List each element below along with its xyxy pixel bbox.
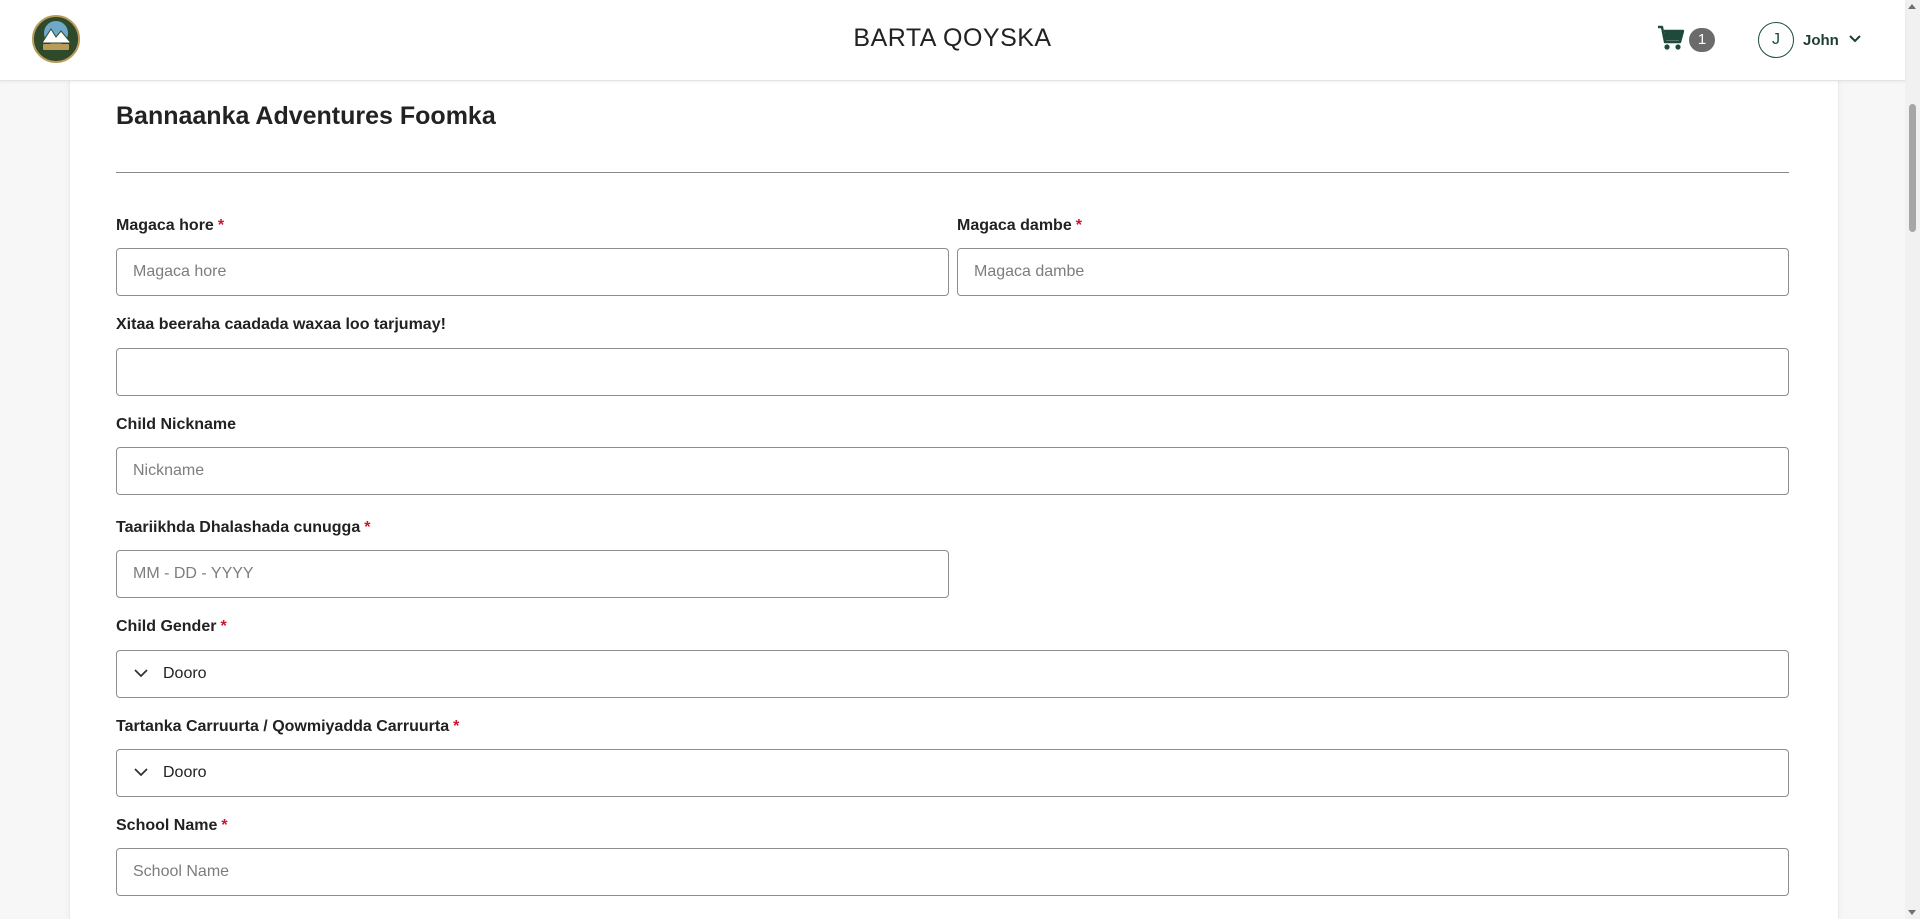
- first-name-label-text: Magaca hore: [116, 217, 214, 234]
- top-header: BARTA QOYSKA 1 J John: [0, 0, 1905, 81]
- required-mark: *: [1075, 217, 1082, 234]
- chevron-down-icon: [1848, 31, 1862, 49]
- birth-date-label: Taariikhda Dhalashada cunugga *: [116, 519, 370, 537]
- first-name-label: Magaca hore *: [116, 217, 224, 235]
- scroll-up-icon[interactable]: [1908, 4, 1916, 9]
- translate-note-input[interactable]: [116, 348, 1789, 396]
- cart-count-badge: 1: [1689, 28, 1715, 52]
- page-scrollbar[interactable]: [1905, 0, 1920, 919]
- site-title: BARTA QOYSKA: [853, 24, 1052, 52]
- scroll-down-icon[interactable]: [1908, 910, 1916, 915]
- shopping-cart-icon: [1657, 25, 1685, 56]
- required-mark: *: [220, 618, 227, 635]
- chevron-down-icon: [133, 665, 149, 683]
- chevron-down-icon: [133, 764, 149, 782]
- user-menu[interactable]: J John: [1758, 20, 1862, 60]
- first-name-input[interactable]: [116, 248, 949, 296]
- last-name-input[interactable]: [957, 248, 1789, 296]
- gender-label-text: Child Gender: [116, 618, 217, 635]
- required-mark: *: [453, 718, 460, 735]
- required-mark: *: [364, 519, 371, 536]
- required-mark: *: [221, 817, 228, 834]
- user-name: John: [1803, 31, 1839, 49]
- gender-select[interactable]: Dooro: [116, 650, 1789, 698]
- grade-select[interactable]: Dooro: [116, 749, 1789, 797]
- scrollbar-thumb[interactable]: [1909, 104, 1916, 232]
- nickname-input[interactable]: [116, 447, 1789, 495]
- last-name-label-text: Magaca dambe: [957, 217, 1072, 234]
- required-mark: *: [217, 217, 225, 234]
- title-divider: [116, 172, 1789, 173]
- school-name-label: School Name *: [116, 817, 228, 835]
- grade-selected-value: Dooro: [163, 764, 207, 781]
- avatar: J: [1758, 22, 1794, 58]
- form-title: Bannaanka Adventures Foomka: [116, 102, 496, 130]
- nickname-label: Child Nickname: [116, 416, 236, 434]
- school-name-input[interactable]: [116, 848, 1789, 896]
- gender-selected-value: Dooro: [163, 665, 207, 682]
- translate-note-label-text: Xitaa beeraha caadada waxaa loo tarjumay…: [116, 316, 446, 333]
- cart-button[interactable]: 1: [1657, 25, 1717, 55]
- birth-date-label-text: Taariikhda Dhalashada cunugga: [116, 519, 361, 536]
- grade-label-text: Tartanka Carruurta / Qowmiyadda Carruurt…: [116, 718, 450, 735]
- last-name-label: Magaca dambe *: [957, 217, 1082, 235]
- grade-label: Tartanka Carruurta / Qowmiyadda Carruurt…: [116, 718, 459, 736]
- nickname-label-text: Child Nickname: [116, 416, 237, 433]
- school-name-label-text: School Name: [116, 817, 218, 834]
- gender-label: Child Gender *: [116, 618, 227, 636]
- translate-note-label: Xitaa beeraha caadada waxaa loo tarjumay…: [116, 316, 446, 334]
- birth-date-input[interactable]: [116, 550, 949, 598]
